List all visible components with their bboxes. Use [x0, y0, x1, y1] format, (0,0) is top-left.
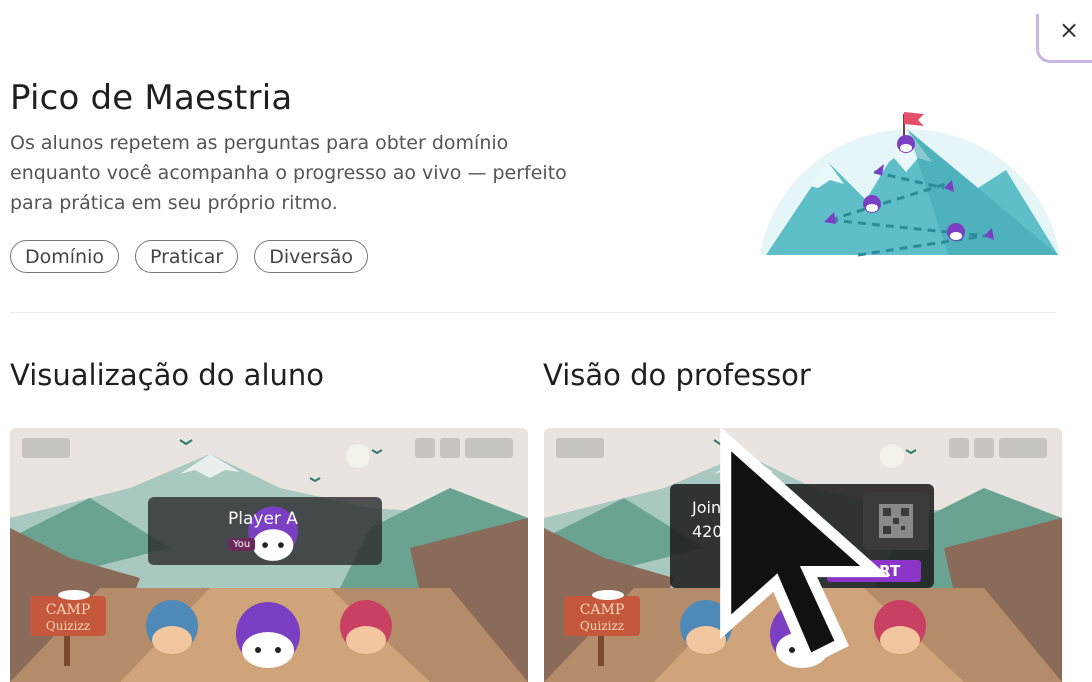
mouse-pointer-icon: [720, 428, 890, 668]
camp-sign-line2: Quizizz: [46, 619, 90, 633]
tag-mastery: Domínio: [10, 240, 119, 273]
tag-list: Domínio Praticar Diversão: [10, 240, 369, 273]
player-name: Player A: [228, 509, 298, 529]
student-view-heading: Visualização do aluno: [10, 358, 325, 392]
player-card: Player A You: [148, 497, 382, 565]
camp-sign-line1: CAMP: [46, 602, 91, 618]
section-divider: [10, 312, 1056, 313]
mastery-peak-illustration: [760, 112, 1060, 257]
tag-practice: Praticar: [135, 240, 239, 273]
close-icon: ×: [1058, 16, 1080, 44]
teacher-view-heading: Visão do professor: [543, 358, 811, 392]
teacher-view-preview: CAMP Quizizz Join my Quiz 420042: [544, 428, 1062, 682]
mode-description: Os alunos repetem as perguntas para obte…: [10, 132, 567, 214]
close-button[interactable]: ×: [1054, 16, 1084, 44]
you-badge: You: [228, 538, 256, 551]
tag-fun: Diversão: [254, 240, 369, 273]
student-view-preview: CAMP Quizizz Player A You: [10, 428, 528, 682]
avatar-purple: [236, 602, 300, 668]
mode-title: Pico de Maestria: [10, 78, 293, 118]
